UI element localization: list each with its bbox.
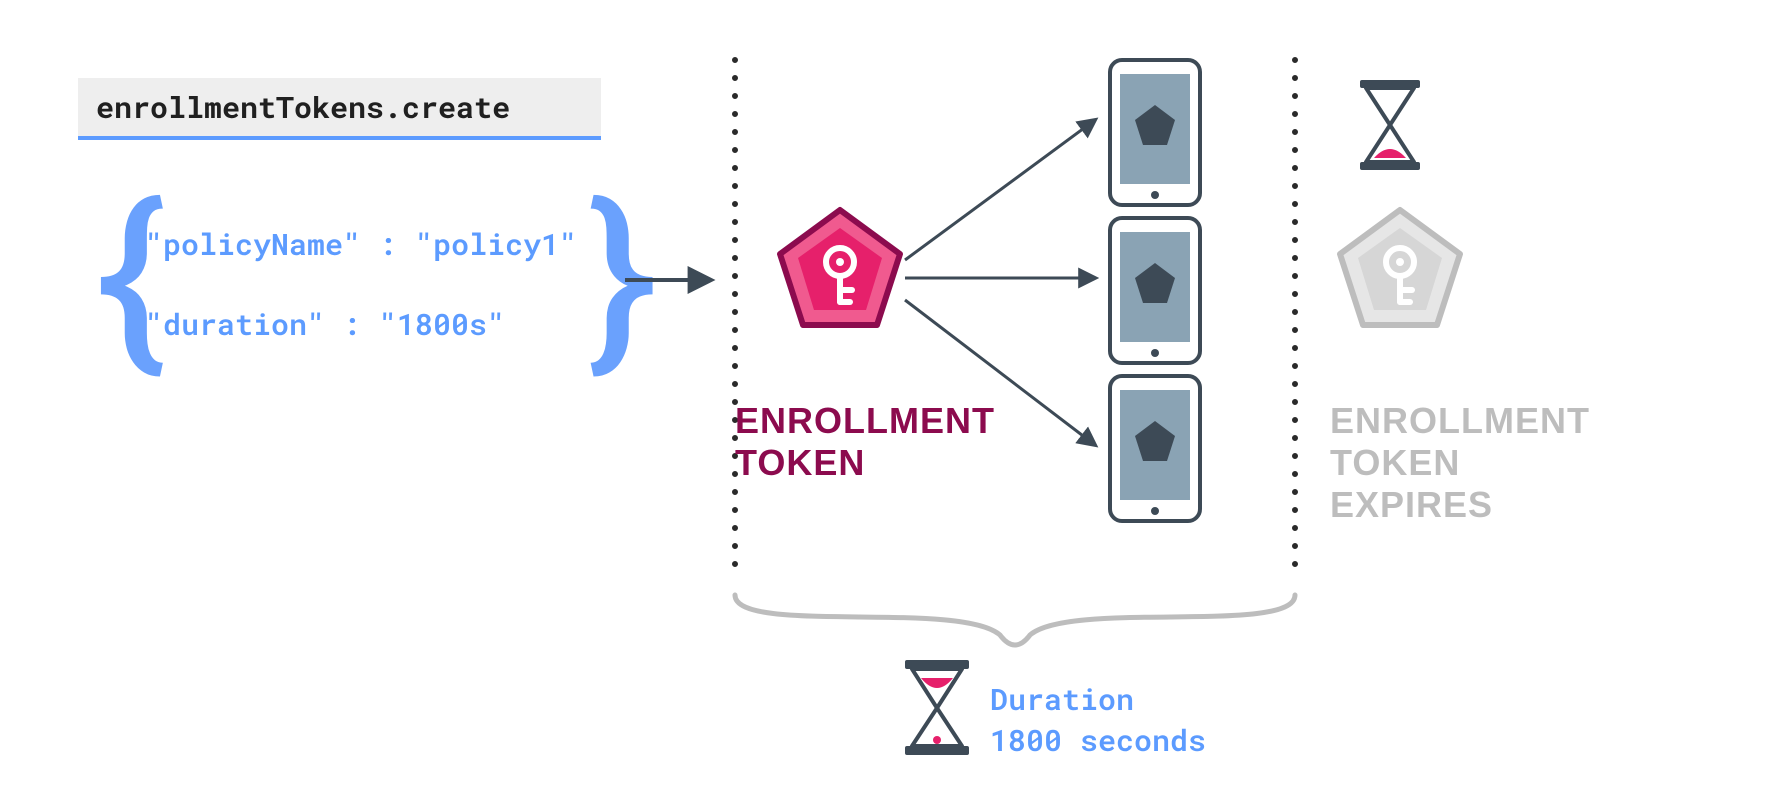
enrollment-token-label-line1: ENROLLMENT [735,400,995,442]
phone-icon [1110,60,1200,205]
duration-label-line2: 1800 seconds [990,721,1206,762]
expired-token-label-line3: EXPIRES [1330,484,1590,526]
duration-label-line1: Duration [990,680,1206,721]
expired-token-icon [1340,210,1460,325]
enrollment-token-icon [780,210,900,325]
hourglass-small-icon [1360,80,1420,170]
underbrace-icon [735,595,1295,645]
phone-icon [1110,218,1200,363]
diagram-layer [0,0,1789,795]
phone-icon [1110,376,1200,521]
expired-token-label: ENROLLMENT TOKEN EXPIRES [1330,400,1590,526]
enrollment-token-label-line2: TOKEN [735,442,995,484]
duration-label: Duration 1800 seconds [990,680,1206,761]
expired-token-label-line2: TOKEN [1330,442,1590,484]
hourglass-large-icon [905,660,969,755]
expired-token-label-line1: ENROLLMENT [1330,400,1590,442]
enrollment-token-label: ENROLLMENT TOKEN [735,400,995,484]
